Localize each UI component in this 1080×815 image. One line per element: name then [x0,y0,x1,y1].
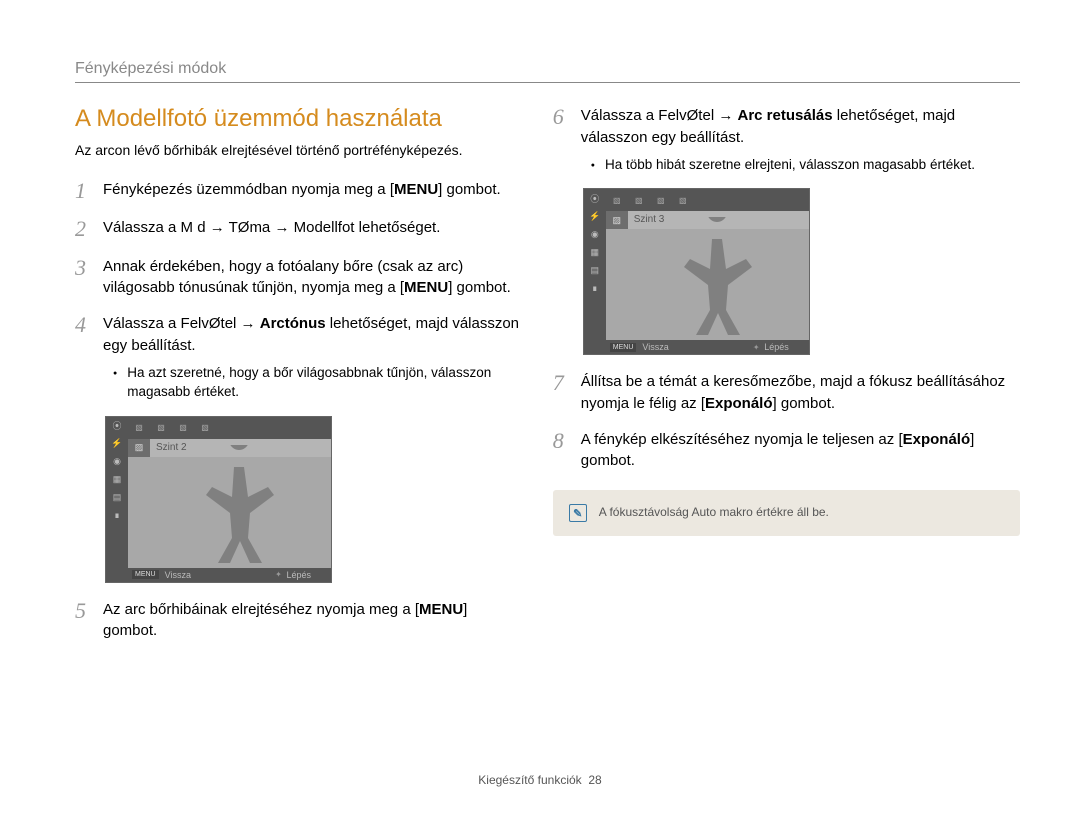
off-icon: ∎ [584,279,606,297]
timer-icon: ◉ [106,453,128,471]
step-4: 4 Válassza a FelvØtel → Arctónus lehetős… [75,313,523,402]
step-number: 7 [553,371,581,415]
note-text: A fókusztávolság Auto makro értékre áll … [599,504,829,521]
step-number: 3 [75,256,103,300]
level-icon: ▧ [606,189,628,211]
back-label: Vissza [165,570,191,580]
step-3: 3 Annak érdekében, hogy a fotóalany bőre… [75,256,523,300]
level-icon: ▧ [194,417,216,439]
level-selected-icon: ▨ [128,439,150,457]
silhouette-icon [184,445,294,565]
step-number: 2 [75,217,103,241]
flash-icon: ⚡ [106,435,128,453]
grid-icon: ▦ [584,243,606,261]
step-number: 6 [553,105,581,174]
step-1: 1 Fényképezés üzemmódban nyomja meg a [M… [75,179,523,203]
step-label: Lépés [764,342,789,352]
intro-text: Az arcon lévő bőrhibák elrejtésével tört… [75,141,523,159]
page-footer: Kiegészítő funkciók 28 [0,773,1080,787]
step-5: 5 Az arc bőrhibáinak elrejtéséhez nyomja… [75,599,523,643]
level-icon: ▧ [150,417,172,439]
grid-icon: ▦ [106,471,128,489]
info-icon: ✎ [569,504,587,522]
nav-icon: ✦ [274,571,282,579]
level-selected-icon: ▨ [606,211,628,229]
settings-icon: ▤ [584,261,606,279]
step-8: 8 A fénykép elkészítéséhez nyomja le tel… [553,429,1020,473]
page-title: A Modellfotó üzemmód használata [75,105,523,133]
step-number: 8 [553,429,581,473]
step-2: 2 Válassza a M d → TØma → Modellfot lehe… [75,217,523,241]
settings-icon: ▤ [106,489,128,507]
step-number: 1 [75,179,103,203]
menu-tag: MENU [610,343,637,352]
level-icon: ▧ [628,189,650,211]
silhouette-icon [662,217,772,337]
timer-icon: ◉ [584,225,606,243]
step-4-note: Ha azt szeretné, hogy a bőr világosabbna… [127,363,523,402]
step-label: Lépés [286,570,311,580]
step-7: 7 Állítsa be a témát a keresőmezőbe, maj… [553,371,1020,415]
nav-icon: ✦ [752,343,760,351]
level-icon: ▧ [172,417,194,439]
step-number: 5 [75,599,103,643]
level-icon: ▧ [672,189,694,211]
step-6: 6 Válassza a FelvØtel → Arc retusálás le… [553,105,1020,174]
face-icon: ⦿ [106,417,128,435]
level-icon: ▧ [128,417,150,439]
camera-screen-mock-1: ⦿ ⚡ ◉ ▦ ▤ ∎ ▧ ▧ ▧ ▧ ▨ Szint [105,416,332,583]
flash-icon: ⚡ [584,207,606,225]
step-6-note: Ha több hibát szeretne elrejteni, válass… [605,155,975,175]
off-icon: ∎ [106,507,128,525]
menu-tag: MENU [132,570,159,579]
breadcrumb: Fényképezési módok [75,60,1020,78]
back-label: Vissza [642,342,668,352]
camera-screen-mock-2: ⦿ ⚡ ◉ ▦ ▤ ∎ ▧ ▧ ▧ ▧ ▨ Szint [583,188,810,355]
info-note: ✎ A fókusztávolság Auto makro értékre ál… [553,490,1020,536]
divider [75,82,1020,83]
level-icon: ▧ [650,189,672,211]
face-icon: ⦿ [584,189,606,207]
step-number: 4 [75,313,103,402]
